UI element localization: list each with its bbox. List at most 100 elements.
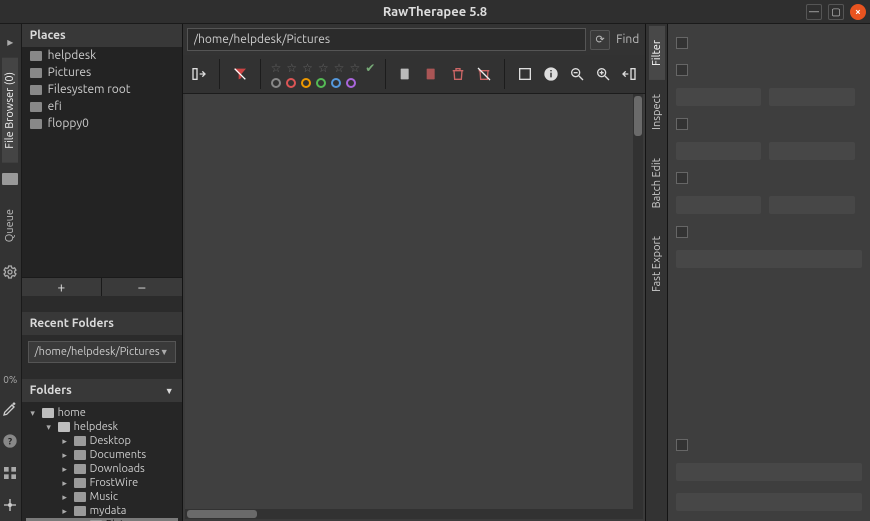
tab-inspect[interactable]: Inspect [649,80,665,144]
tree-row[interactable]: ▸Music [26,490,178,504]
chevron-down-icon: ▼ [160,347,169,357]
zoom-in-button[interactable] [593,65,613,83]
star-3-icon[interactable]: ☆ [318,61,329,75]
star-5-icon[interactable]: ☆ [349,61,360,75]
places-remove-button[interactable]: – [102,278,182,296]
panel-left-toggle[interactable] [189,65,209,83]
chevron-down-icon[interactable]: ▼ [165,386,174,396]
tree-row[interactable]: ▾ helpdesk [26,420,178,434]
trash-button[interactable] [448,65,468,83]
label-green-icon[interactable] [316,78,326,88]
filter-checkbox[interactable] [676,118,688,130]
tab-batch-edit[interactable]: Batch Edit [649,144,665,222]
svg-text:?: ? [8,435,12,446]
panel-right-toggle[interactable] [619,65,639,83]
folder-icon [74,436,86,446]
star-1-icon[interactable]: ☆ [286,61,297,75]
close-button[interactable]: × [850,4,866,20]
zoom-out-button[interactable] [567,65,587,83]
thumbnail-options-button[interactable] [515,65,535,83]
tree-row[interactable]: ▸ Downloads [26,462,178,476]
tree-label: mydata [90,505,127,517]
expander-icon[interactable]: ▾ [44,422,54,433]
filter-checkbox[interactable] [676,439,688,451]
label-none-icon[interactable] [271,78,281,88]
filter-checkbox[interactable] [676,226,688,238]
place-item[interactable]: floppy0 [22,115,182,132]
thumbnail-area[interactable] [185,94,644,519]
edited-filter-icon[interactable]: ✔ [365,61,375,75]
places-header: Places [22,24,182,47]
recent-header: Recent Folders [22,312,182,335]
tree-label: Desktop [90,435,131,447]
label-blue-icon[interactable] [331,78,341,88]
expander-icon[interactable]: ▸ [60,450,70,461]
right-panel [668,24,870,521]
tree-row[interactable]: ▾home [26,406,178,420]
filter-placeholder [769,142,855,160]
folder-icon[interactable] [0,169,20,189]
expander-icon[interactable]: ▸ [60,492,70,503]
filter-placeholder [676,142,762,160]
fullscreen-icon[interactable] [0,495,20,515]
folder-icon [74,478,86,488]
tab-fast-export[interactable]: Fast Export [649,222,665,306]
toolbar: ☆ ☆ ☆ ☆ ☆ ☆ ✔ [183,55,646,94]
recent-combo[interactable]: /home/helpdesk/Pictures ▼ [28,341,176,363]
filter-checkbox[interactable] [676,37,688,49]
expander-icon[interactable]: ▾ [28,408,38,419]
tree-label: Downloads [90,463,145,475]
progress-percent: 0% [3,374,17,385]
horizontal-scrollbar[interactable] [185,509,634,519]
label-yellow-icon[interactable] [301,78,311,88]
path-input[interactable] [187,28,587,51]
clear-filter-button[interactable] [230,65,250,83]
help-icon[interactable]: ? [0,431,20,451]
star-2-icon[interactable]: ☆ [302,61,313,75]
tab-file-browser[interactable]: File Browser (0) [2,58,18,163]
expander-icon[interactable]: ▸ [60,478,70,489]
unedited-filter-button[interactable] [396,65,416,83]
place-label: efi [48,100,62,113]
tree-row[interactable]: ▸Documents [26,448,178,462]
not-trash-button[interactable] [474,65,494,83]
filter-checkbox[interactable] [676,64,688,76]
folder-icon [74,450,86,460]
settings-icon[interactable] [0,262,20,282]
expander-icon[interactable]: ▸ [60,436,70,447]
filter-placeholder [676,250,862,268]
tree-label: helpdesk [74,421,119,433]
path-bar: ⟳ Find [183,24,646,55]
maximize-button[interactable]: ▢ [828,4,844,20]
label-red-icon[interactable] [286,78,296,88]
info-button[interactable] [541,65,561,83]
window-title: RawTherapee 5.8 [383,5,487,19]
color-mgmt-icon[interactable] [0,463,20,483]
titlebar: RawTherapee 5.8 — ▢ × [0,0,870,24]
recent-combo-value: /home/helpdesk/Pictures [35,346,160,358]
left-strip: ▸ File Browser (0) Queue 0% ? [0,24,22,521]
label-purple-icon[interactable] [346,78,356,88]
editor-add-icon[interactable] [0,399,20,419]
place-item[interactable]: Filesystem root [22,81,182,98]
minimize-button[interactable]: — [806,4,822,20]
expander-icon[interactable]: ▸ [60,464,70,475]
places-add-button[interactable]: + [22,278,103,296]
place-item[interactable]: efi [22,98,182,115]
star-4-icon[interactable]: ☆ [334,61,345,75]
filter-checkbox[interactable] [676,172,688,184]
tree-row[interactable]: ▸ Desktop [26,434,178,448]
vertical-scrollbar[interactable] [633,94,643,519]
panel-toggle-icon[interactable]: ▸ [0,32,20,52]
expander-icon[interactable]: ▸ [60,506,70,517]
place-item[interactable]: Pictures [22,64,182,81]
saved-filter-button[interactable] [422,65,442,83]
tab-queue[interactable]: Queue [2,195,18,256]
tree-row[interactable]: ▸FrostWire [26,476,178,490]
filter-placeholder [676,88,762,106]
star-0-icon[interactable]: ☆ [271,61,282,75]
tab-filter[interactable]: Filter [649,26,665,80]
place-item[interactable]: helpdesk [22,47,182,64]
tree-row[interactable]: ▸ mydata [26,504,178,518]
refresh-button[interactable]: ⟳ [590,30,610,50]
